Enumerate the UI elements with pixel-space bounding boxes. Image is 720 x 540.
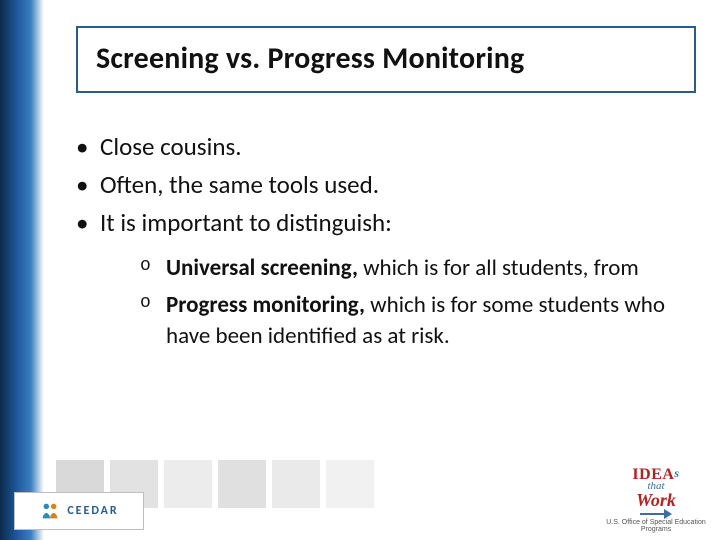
square-icon	[326, 460, 374, 508]
bullet-text: Close cousins.	[100, 131, 242, 162]
ceedar-text: CEEDAR	[67, 504, 118, 518]
slide: Screening vs. Progress Monitoring Close …	[0, 0, 720, 540]
bullet-text: Often, the same tools used.	[100, 169, 379, 200]
people-icon	[39, 500, 61, 522]
title-box: Screening vs. Progress Monitoring	[76, 26, 696, 93]
ideas-s: s	[674, 466, 679, 480]
slide-title: Screening vs. Progress Monitoring	[96, 40, 676, 77]
bullet-item: It is important to distinguish: Universa…	[70, 206, 690, 353]
sub-bullet-bold: Universal screening,	[166, 254, 358, 282]
content-area: Close cousins. Often, the same tools use…	[70, 130, 690, 358]
sub-bullet-rest: which is for all students, from	[358, 254, 639, 282]
bullet-item: Often, the same tools used.	[70, 168, 690, 202]
left-stripe	[0, 0, 44, 540]
square-icon	[218, 460, 266, 508]
bullet-list: Close cousins. Often, the same tools use…	[70, 130, 690, 352]
bullet-text: It is important to distinguish:	[100, 207, 392, 238]
square-icon	[272, 460, 320, 508]
sub-bullet-list: Universal screening, which is for all st…	[100, 253, 690, 352]
ideas-subtext: U.S. Office of Special Education Program…	[606, 519, 706, 534]
ideas-line3: Work	[606, 491, 706, 509]
sub-bullet-item: Progress monitoring, which is for some s…	[140, 290, 690, 352]
bullet-item: Close cousins.	[70, 130, 690, 164]
sub-bullet-bold: Progress monitoring,	[166, 291, 365, 319]
arrow-icon	[640, 511, 672, 517]
ceedar-logo: CEEDAR	[14, 492, 144, 530]
ideas-that-work-logo: IDEAs that Work U.S. Office of Special E…	[606, 467, 706, 534]
sub-bullet-item: Universal screening, which is for all st…	[140, 253, 690, 284]
ceedar-label: CEEDAR	[67, 504, 118, 518]
square-icon	[164, 460, 212, 508]
